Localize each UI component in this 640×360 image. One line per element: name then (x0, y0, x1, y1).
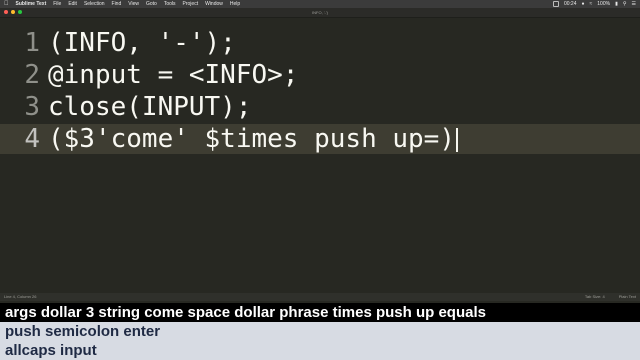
minimize-window-button[interactable] (11, 10, 15, 14)
menu-window[interactable]: Window (205, 0, 223, 8)
text-cursor (456, 127, 458, 152)
menu-help[interactable]: Help (230, 0, 240, 8)
menu-file[interactable]: File (53, 0, 61, 8)
syntax-selector[interactable]: Plain Text (619, 293, 636, 301)
line-number: 2 (24, 60, 40, 90)
wifi-icon[interactable]: ≈ (590, 0, 593, 8)
menu-edit[interactable]: Edit (68, 0, 77, 8)
record-icon[interactable]: ● (582, 0, 585, 8)
battery-percent[interactable]: 100% (597, 0, 610, 8)
menu-find[interactable]: Find (112, 0, 122, 8)
editor-line-2[interactable]: 2 @input = <INFO>; (0, 60, 640, 90)
voice-command-current: args dollar 3 string come space dollar p… (0, 303, 640, 322)
close-window-button[interactable] (4, 10, 8, 14)
battery-icon[interactable]: ▮ (615, 0, 618, 8)
menu-selection[interactable]: Selection (84, 0, 105, 8)
code-text[interactable]: @input = <INFO>; (48, 60, 298, 90)
line-number: 4 (24, 124, 40, 154)
menu-tools[interactable]: Tools (164, 0, 176, 8)
menu-app-name[interactable]: Sublime Text (16, 0, 47, 8)
line-number: 1 (24, 28, 40, 58)
maximize-window-button[interactable] (18, 10, 22, 14)
editor-line-4-current[interactable]: 4 ($3'come' $times push up=) (0, 124, 640, 154)
code-text[interactable]: (INFO, '-'); (48, 28, 236, 58)
code-text[interactable]: close(INPUT); (48, 92, 252, 122)
title-bar: INFO, '-') (0, 8, 640, 18)
apple-icon[interactable]:  (4, 0, 9, 8)
window-title: INFO, '-') (312, 10, 328, 15)
voice-command-history-1: push semicolon enter (0, 322, 640, 341)
code-text[interactable]: ($3'come' $times push up=) (48, 124, 458, 154)
editor-line-1[interactable]: 1 (INFO, '-'); (0, 28, 640, 58)
clock[interactable]: 00:24 (564, 0, 577, 8)
tab-size-selector[interactable]: Tab Size: 4 (585, 293, 605, 301)
cursor-position: Line 4, Column 26 (4, 294, 37, 299)
line-number: 3 (24, 92, 40, 122)
status-menu-icon[interactable] (552, 1, 559, 7)
menu-view[interactable]: View (128, 0, 139, 8)
control-center-icon[interactable]: ☰ (632, 0, 636, 8)
window-controls (4, 10, 22, 14)
menu-bar:  Sublime Text File Edit Selection Find … (0, 0, 640, 8)
status-bar: Line 4, Column 26 Tab Size: 4 Plain Text (0, 293, 640, 301)
search-icon[interactable]: ⚲ (623, 0, 627, 8)
editor-area[interactable]: 1 (INFO, '-'); 2 @input = <INFO>; 3 clos… (0, 26, 640, 292)
voice-command-history-2: allcaps input (0, 341, 640, 360)
editor-line-3[interactable]: 3 close(INPUT); (0, 92, 640, 122)
menu-project[interactable]: Project (183, 0, 199, 8)
menu-goto[interactable]: Goto (146, 0, 157, 8)
